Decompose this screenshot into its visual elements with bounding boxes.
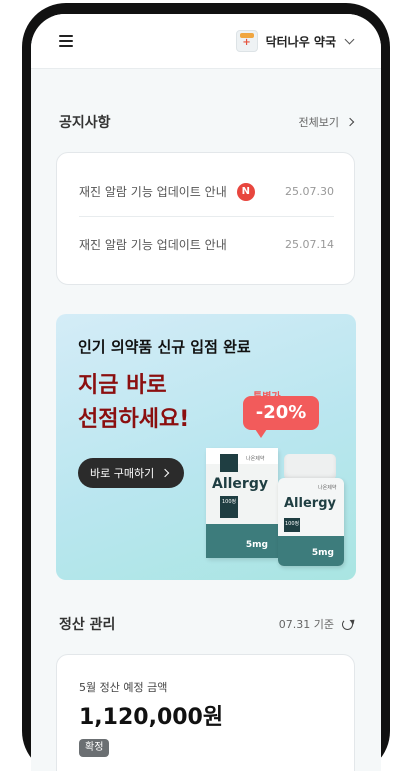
notice-item-title: 재진 알람 기능 업데이트 안내 [79, 237, 227, 252]
bottle-count: 100정 [285, 521, 300, 527]
settlement-section-title: 정산 관리 [59, 617, 116, 633]
banner-headline-line1: 지금 바로 [78, 373, 167, 398]
discount-tag: 특별가 [253, 392, 281, 403]
view-all-link[interactable]: 전체보기 [298, 114, 355, 130]
top-bar: 닥터나우 약국 [31, 14, 381, 69]
discount-value: -20% [255, 402, 307, 423]
buy-now-label: 바로 구매하기 [90, 467, 155, 480]
notice-item[interactable]: 재진 알람 기능 업데이트 안내 N 25.07.30 [79, 167, 334, 217]
status-badge: 확정 [79, 739, 110, 757]
banner-headline-line2: 선점하세요! [78, 407, 190, 432]
promo-banner[interactable]: 인기 의약품 신규 입점 완료 지금 바로 선점하세요! 바로 구매하기 나온제… [56, 314, 356, 580]
view-all-label: 전체보기 [298, 116, 339, 129]
refresh-settlement[interactable]: 07.31 기준 [279, 616, 353, 632]
settlement-as-of: 07.31 기준 [278, 618, 334, 631]
notice-card: 재진 알람 기능 업데이트 안내 N 25.07.30 재진 알람 기능 업데이… [56, 152, 355, 285]
notice-item-title: 재진 알람 기능 업데이트 안내 [79, 185, 227, 199]
chevron-down-icon [344, 34, 355, 44]
banner-subtitle: 인기 의약품 신규 입점 완료 [78, 338, 251, 356]
notice-section-title: 공지사항 [59, 115, 111, 131]
medicine-box-image: 나온제약 Allergy 100정 5mg [206, 448, 278, 558]
notice-item-date: 25.07.14 [285, 237, 334, 251]
notice-section-header: 공지사항 전체보기 [59, 112, 355, 132]
hamburger-menu-icon[interactable] [59, 35, 73, 47]
box-brand: Allergy [212, 476, 268, 492]
store-name: 닥터나우 약국 [265, 34, 336, 49]
bottle-dose: 5mg [311, 548, 334, 558]
box-dose: 5mg [245, 540, 268, 550]
bottle-maker: 나온제약 [318, 485, 337, 491]
app-screen: 닥터나우 약국 공지사항 전체보기 재진 알람 기능 업데이트 안내 N 25.… [31, 14, 381, 771]
box-count: 100정 [222, 499, 237, 505]
chevron-right-icon [160, 468, 170, 478]
buy-now-button[interactable]: 바로 구매하기 [78, 458, 184, 488]
settlement-card[interactable]: 5월 정산 예정 금액 1,120,000원 확정 [56, 654, 355, 771]
medicine-bottle-image: 나온제약 Allergy 100정 5mg [278, 454, 344, 566]
notice-item[interactable]: 재진 알람 기능 업데이트 안내 25.07.14 [79, 219, 334, 269]
bottle-brand: Allergy [284, 496, 336, 511]
discount-bubble: 특별가 -20% [243, 392, 319, 438]
chevron-right-icon [345, 117, 355, 127]
refresh-icon [342, 618, 353, 630]
banner-headline: 지금 바로 선점하세요! [78, 369, 189, 437]
settlement-section-header: 정산 관리 07.31 기준 [59, 614, 353, 634]
notice-item-date: 25.07.30 [285, 185, 334, 198]
box-maker: 나온제약 [246, 456, 265, 462]
pharmacy-store-icon [235, 30, 258, 52]
new-badge: N [236, 182, 255, 201]
settlement-amount: 1,120,000원 [79, 705, 224, 730]
settlement-label: 5월 정산 예정 금액 [79, 681, 168, 694]
store-selector[interactable]: 닥터나우 약국 [235, 28, 355, 54]
